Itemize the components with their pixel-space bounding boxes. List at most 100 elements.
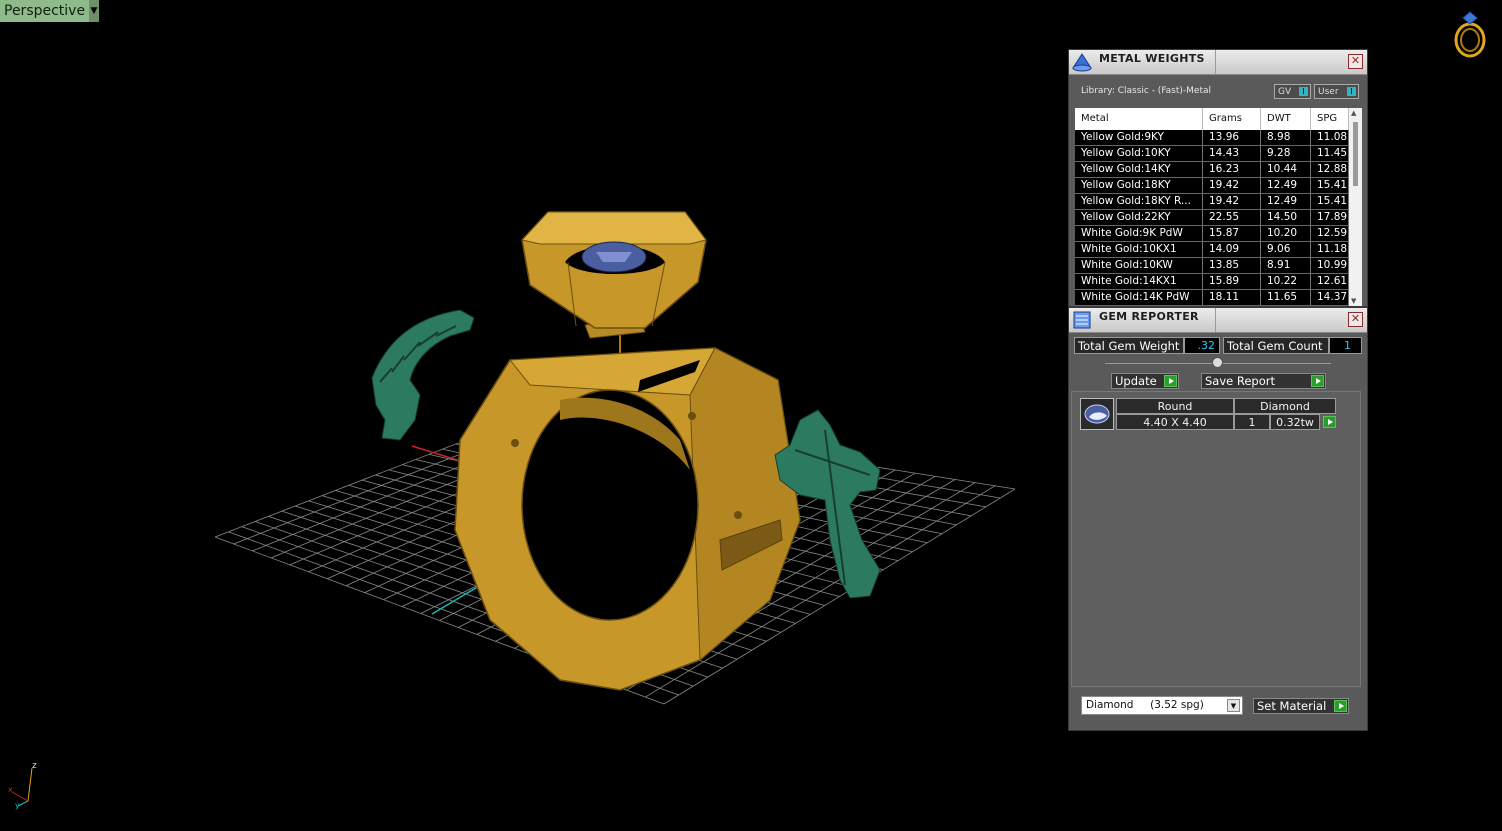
gv-toggle[interactable]: GV I [1274, 84, 1311, 99]
metal-weights-table[interactable]: Metal Grams DWT SPG Yellow Gold:9KY 13.96… [1075, 108, 1349, 306]
app-ring-logo-icon[interactable] [1450, 10, 1490, 62]
svg-text:y: y [15, 801, 20, 810]
table-cell: 12.59 [1311, 226, 1349, 241]
table-cell: 11.08 [1311, 130, 1349, 145]
table-row[interactable]: White Gold:14KX1 15.89 10.22 12.61 [1075, 274, 1349, 290]
gem-reporter-title: GEM REPORTER [1099, 310, 1199, 323]
table-row[interactable]: White Gold:14K PdW 18.11 11.65 14.37 [1075, 290, 1349, 306]
gem-row-go-button[interactable] [1320, 414, 1336, 430]
table-row[interactable]: Yellow Gold:22KY 22.55 14.50 17.89 [1075, 210, 1349, 226]
play-icon [1334, 700, 1347, 712]
table-cell: 11.65 [1261, 290, 1311, 305]
gem-count: 1 [1234, 414, 1270, 430]
table-cell: 18.11 [1203, 290, 1261, 305]
metal-weights-close-button[interactable]: ✕ [1348, 54, 1363, 69]
table-row[interactable]: Yellow Gold:10KY 14.43 9.28 11.45 [1075, 146, 1349, 162]
play-icon [1311, 375, 1324, 387]
total-gem-count-label: Total Gem Count [1223, 337, 1329, 354]
table-cell: 8.91 [1261, 258, 1311, 273]
table-cell: 10.99 [1311, 258, 1349, 273]
metal-table-scrollbar[interactable]: ▲ ▼ [1349, 108, 1362, 306]
table-cell: 14.37 [1311, 290, 1349, 305]
table-cell: 12.88 [1311, 162, 1349, 177]
save-report-button[interactable]: Save Report [1201, 373, 1326, 389]
table-cell: 19.42 [1203, 194, 1261, 209]
svg-text:x: x [8, 785, 13, 794]
scroll-down-icon[interactable]: ▼ [1351, 297, 1356, 305]
update-button[interactable]: Update [1111, 373, 1179, 389]
table-cell: Yellow Gold:18KY [1075, 178, 1203, 193]
table-cell: Yellow Gold:10KY [1075, 146, 1203, 161]
column-header-metal[interactable]: Metal [1075, 108, 1203, 130]
table-cell: Yellow Gold:22KY [1075, 210, 1203, 225]
gem-list-area[interactable]: Round Diamond 4.40 X 4.40 1 0.32tw [1071, 391, 1361, 687]
gem-shape: Round [1116, 398, 1234, 414]
column-header-dwt[interactable]: DWT [1261, 108, 1311, 130]
table-cell: 9.06 [1261, 242, 1311, 257]
table-row[interactable]: Yellow Gold:9KY 13.96 8.98 11.08 [1075, 130, 1349, 146]
table-row[interactable]: White Gold:10KW 13.85 8.91 10.99 [1075, 258, 1349, 274]
library-label: Library: Classic - (Fast)-Metal [1081, 86, 1212, 96]
table-cell: White Gold:14KX1 [1075, 274, 1203, 289]
table-cell: Yellow Gold:9KY [1075, 130, 1203, 145]
table-row[interactable]: Yellow Gold:18KY 19.42 12.49 15.41 [1075, 178, 1349, 194]
table-cell: 15.41 [1311, 178, 1349, 193]
table-cell: 19.42 [1203, 178, 1261, 193]
table-row[interactable]: White Gold:9K PdW 15.87 10.20 12.59 [1075, 226, 1349, 242]
table-cell: 12.61 [1311, 274, 1349, 289]
play-icon [1164, 375, 1177, 387]
table-cell: 14.09 [1203, 242, 1261, 257]
table-cell: 13.96 [1203, 130, 1261, 145]
gem-reporter-header[interactable]: GEM REPORTER ✕ [1069, 308, 1367, 333]
set-material-button[interactable]: Set Material [1253, 698, 1349, 714]
scale-icon [1072, 53, 1092, 72]
column-header-spg[interactable]: SPG [1311, 108, 1349, 130]
table-cell: 17.89 [1311, 210, 1349, 225]
table-cell: 10.20 [1261, 226, 1311, 241]
table-cell: 12.49 [1261, 178, 1311, 193]
gem-size: 4.40 X 4.40 [1116, 414, 1234, 430]
material-select[interactable]: Diamond (3.52 spg) ▼ [1081, 696, 1243, 715]
gem-reporter-panel: GEM REPORTER ✕ Total Gem Weight .32 Tota… [1068, 307, 1368, 731]
scroll-thumb[interactable] [1353, 122, 1358, 186]
gem-report-icon [1073, 311, 1091, 329]
table-cell: 9.28 [1261, 146, 1311, 161]
gem-reporter-close-button[interactable]: ✕ [1348, 312, 1363, 327]
total-gem-weight-label: Total Gem Weight [1074, 337, 1184, 354]
table-cell: 15.87 [1203, 226, 1261, 241]
user-toggle[interactable]: User I [1314, 84, 1359, 99]
table-cell: 15.89 [1203, 274, 1261, 289]
table-cell: 10.22 [1261, 274, 1311, 289]
table-cell: White Gold:14K PdW [1075, 290, 1203, 305]
metal-weights-title: METAL WEIGHTS [1099, 52, 1205, 65]
left-cross-ornament[interactable] [371, 309, 475, 441]
metal-weights-panel: METAL WEIGHTS ✕ Library: Classic - (Fast… [1068, 49, 1368, 307]
scroll-up-icon[interactable]: ▲ [1351, 109, 1356, 117]
table-row[interactable]: Yellow Gold:14KY 16.23 10.44 12.88 [1075, 162, 1349, 178]
table-cell: 11.45 [1311, 146, 1349, 161]
svg-text:z: z [32, 761, 37, 771]
table-cell: White Gold:10KW [1075, 258, 1203, 273]
ring-band[interactable] [454, 347, 801, 691]
table-cell: 10.44 [1261, 162, 1311, 177]
table-row[interactable]: Yellow Gold:18KY R... 19.42 12.49 15.41 [1075, 194, 1349, 210]
chevron-down-icon[interactable]: ▼ [1227, 699, 1240, 712]
table-cell: 16.23 [1203, 162, 1261, 177]
gem-weight: 0.32tw [1270, 414, 1320, 430]
table-row[interactable]: White Gold:10KX1 14.09 9.06 11.18 [1075, 242, 1349, 258]
gem-thumbnail-icon[interactable] [1080, 398, 1114, 430]
total-gem-weight-value: .32 [1184, 337, 1220, 354]
metal-weights-header[interactable]: METAL WEIGHTS ✕ [1069, 50, 1367, 75]
divider-knob[interactable] [1212, 357, 1223, 368]
table-cell: 14.50 [1261, 210, 1311, 225]
total-gem-count-value: 1 [1329, 337, 1362, 354]
ring-setting-head[interactable] [521, 211, 707, 339]
table-cell: 11.18 [1311, 242, 1349, 257]
table-cell: Yellow Gold:14KY [1075, 162, 1203, 177]
table-cell: 13.85 [1203, 258, 1261, 273]
table-cell: Yellow Gold:18KY R... [1075, 194, 1203, 209]
column-header-grams[interactable]: Grams [1203, 108, 1261, 130]
table-cell: White Gold:9K PdW [1075, 226, 1203, 241]
table-header: Metal Grams DWT SPG [1075, 108, 1349, 130]
table-cell: 8.98 [1261, 130, 1311, 145]
